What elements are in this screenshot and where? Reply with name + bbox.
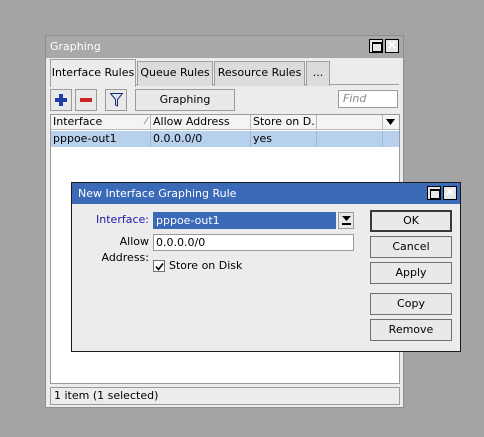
column-header-interface[interactable]: Interface ⁄ <box>51 115 151 130</box>
dialog-title: New Interface Graphing Rule <box>78 187 237 200</box>
graphing-title: Graphing <box>50 40 101 53</box>
tab-more[interactable]: ... <box>306 61 330 86</box>
maximize-icon[interactable] <box>369 39 383 53</box>
plus-icon <box>55 94 67 106</box>
table-row[interactable]: pppoe-out1 0.0.0.0/0 yes <box>51 131 399 147</box>
minus-icon <box>80 98 92 102</box>
cell-store-on-disk: yes <box>251 131 317 147</box>
sort-indicator-icon: ⁄ <box>145 116 147 127</box>
remove-button[interactable] <box>75 89 97 111</box>
table-header: Interface ⁄ Allow Address Store on D... <box>51 115 399 130</box>
ok-button[interactable]: OK <box>370 210 452 232</box>
store-on-disk-label: Store on Disk <box>169 259 243 272</box>
column-header-allow-address[interactable]: Allow Address <box>151 115 251 130</box>
columns-menu-button[interactable] <box>383 115 399 130</box>
tab-resource-rules[interactable]: Resource Rules <box>214 61 305 86</box>
cell-empty <box>317 131 383 147</box>
close-icon[interactable]: × <box>385 38 399 53</box>
tab-interface-rules[interactable]: Interface Rules <box>50 59 136 87</box>
allow-address-input[interactable]: 0.0.0.0/0 <box>153 234 354 251</box>
graphing-settings-button[interactable]: Graphing Settings <box>135 89 235 126</box>
copy-button[interactable]: Copy <box>370 293 452 315</box>
tab-queue-rules[interactable]: Queue Rules <box>137 61 213 86</box>
funnel-icon <box>110 93 123 107</box>
store-on-disk-checkbox[interactable] <box>153 260 165 272</box>
interface-label: Interface: <box>96 213 149 226</box>
column-header-store-on-disk[interactable]: Store on D... <box>251 115 317 130</box>
cancel-button[interactable]: Cancel <box>370 236 452 258</box>
interface-select[interactable]: pppoe-out1 <box>153 212 336 229</box>
apply-button[interactable]: Apply <box>370 262 452 284</box>
graphing-titlebar[interactable]: Graphing × <box>46 36 403 58</box>
dialog-titlebar[interactable]: New Interface Graphing Rule × <box>72 183 460 204</box>
dropdown-arrow-icon <box>342 216 351 225</box>
cell-interface: pppoe-out1 <box>51 131 151 147</box>
status-bar: 1 item (1 selected) <box>50 387 400 405</box>
find-input[interactable]: Find <box>338 90 398 108</box>
new-rule-dialog: New Interface Graphing Rule × Interface:… <box>71 182 461 352</box>
column-header-empty <box>317 115 383 130</box>
allow-address-label: Allow Address: <box>101 235 149 264</box>
checkmark-icon <box>155 263 164 271</box>
cell-allow-address: 0.0.0.0/0 <box>151 131 251 147</box>
filter-button[interactable] <box>105 89 127 111</box>
maximize-icon[interactable] <box>427 186 441 200</box>
add-button[interactable] <box>50 89 72 111</box>
dropdown-arrow-icon <box>386 119 395 125</box>
interface-dropdown-button[interactable] <box>338 212 354 229</box>
remove-rule-button[interactable]: Remove <box>370 319 452 341</box>
close-icon[interactable]: × <box>443 185 457 200</box>
